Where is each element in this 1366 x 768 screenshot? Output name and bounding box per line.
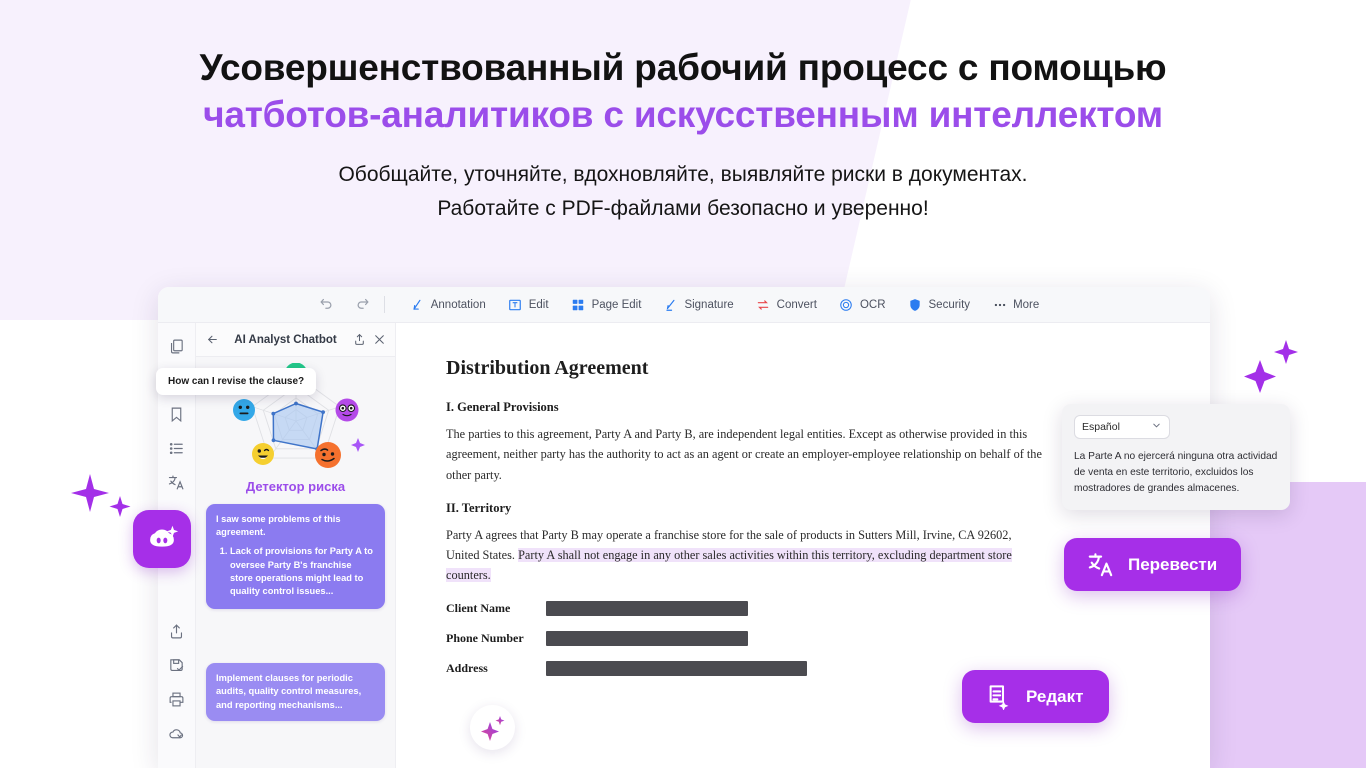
chatbot-body: Детектор риска I saw some problems of th… [196,357,395,768]
avatar-orange [315,442,341,468]
document-paragraph-2: Party A agrees that Party B may operate … [446,525,1046,586]
translate-icon [1086,550,1115,579]
toolbar-label: Security [928,298,971,311]
redacted-value[interactable] [546,630,748,646]
form-row: Client Name [446,600,1180,616]
edit-button[interactable]: Редакт [962,670,1110,723]
language-select[interactable]: Español [1074,415,1170,439]
toolbar-item-ocr[interactable]: OCR [828,292,897,318]
redacted-value[interactable] [546,600,748,616]
bookmark-icon[interactable] [168,405,186,423]
document-paragraph-1: The parties to this agreement, Party A a… [446,427,1042,482]
toolbar-item-more[interactable]: More [981,292,1050,318]
redo-icon[interactable] [354,296,372,314]
cloud-icon[interactable] [168,724,186,742]
chat-bubble-intro: I saw some problems of this agreement. [216,514,341,538]
document-form-fields: Client Name Phone Number Address [446,600,1180,676]
pen-icon [410,297,425,312]
toolbar-label: More [1013,298,1040,311]
chatbot-title: AI Analyst Chatbot [234,333,337,346]
sparkle-icon [1236,334,1308,411]
undo-icon[interactable] [318,296,336,314]
chat-bubble-list-item: Lack of provisions for Party A to overse… [230,545,375,598]
chat-bubble-bot-1: I saw some problems of this agreement. L… [206,504,385,610]
list-icon[interactable] [168,439,186,457]
translate-icon[interactable] [168,473,186,491]
chat-gap [206,609,385,655]
pages-icon[interactable] [168,337,186,355]
chat-bubble-bot-2: Implement clauses for periodic audits, q… [206,663,385,721]
convert-arrows-icon [756,297,771,312]
toolbar-label: Page Edit [591,298,642,311]
chatbot-header: AI Analyst Chatbot [196,323,395,357]
ai-robot-badge[interactable] [133,510,191,568]
rail-bottom-group [168,622,186,768]
translated-text: La Parte A no ejercerá ninguna otra acti… [1074,451,1278,494]
toolbar-label: OCR [859,298,886,311]
back-arrow-icon[interactable] [205,333,219,347]
ai-robot-icon [150,525,179,547]
toolbar-label: Edit [528,298,549,311]
chat-bubble-list: Lack of provisions for Party A to overse… [230,545,375,598]
hero-title-line1: Усовершенствованный рабочий процесс с по… [199,47,1167,88]
form-row: Phone Number [446,630,1180,646]
chevron-down-icon [1151,420,1162,434]
field-label: Client Name [446,600,511,615]
toolbar-item-convert[interactable]: Convert [745,292,828,318]
document-highlighted-text[interactable]: Party A shall not engage in any other sa… [446,548,1012,583]
hero-subtitle-line1: Обобщайте, уточняйте, вдохновляйте, выяв… [338,162,1028,186]
background-lavender-block [1210,482,1366,768]
avatar-blue [233,399,255,421]
close-icon[interactable] [372,333,386,347]
toolbar-label: Convert [776,298,817,311]
toolbar-item-security[interactable]: Security [897,292,982,318]
signature-pen-icon [663,297,678,312]
page-root: Усовершенствованный рабочий процесс с по… [0,0,1366,768]
toolbar-items: Annotation Edit Page Edit Signature Conv… [399,292,1051,318]
field-label: Phone Number [446,630,524,645]
print-icon[interactable] [168,690,186,708]
hero-section: Усовершенствованный рабочий процесс с по… [0,44,1366,225]
share-icon[interactable] [352,333,366,347]
share-icon[interactable] [168,622,186,640]
text-box-icon [508,297,523,312]
risk-detector-title: Детектор риска [245,479,346,494]
dots-icon [992,297,1007,312]
sparkle-icon [480,715,504,741]
save-icon[interactable] [168,656,186,674]
translate-button[interactable]: Перевести [1064,538,1242,591]
hero-title-line2: чатботов-аналитиков с искусственным инте… [203,94,1163,136]
toolbar-item-annotation[interactable]: Annotation [399,292,497,318]
redacted-value[interactable] [546,660,807,676]
toolbar-item-page-edit[interactable]: Page Edit [560,292,653,318]
avatar-purple [335,398,359,422]
toolbar-nav-group [318,296,372,314]
hero-subtitle-line2: Работайте с PDF-файлами безопасно и увер… [437,197,929,221]
sparkle-badge [470,705,515,750]
grid-squares-icon [571,297,586,312]
ocr-circle-icon [839,297,854,312]
toolbar-divider [383,296,385,313]
language-select-value: Español [1082,421,1120,433]
shield-icon [908,297,923,312]
toolbar-item-edit[interactable]: Edit [497,292,560,318]
document-title: Distribution Agreement [446,357,649,379]
toolbar: Annotation Edit Page Edit Signature Conv… [158,287,1210,323]
toolbar-label: Annotation [430,298,486,311]
toolbar-item-signature[interactable]: Signature [652,292,744,318]
toolbar-label: Signature [684,298,734,311]
edit-button-label: Редакт [1026,686,1084,706]
edit-doc-sparkle-icon [984,682,1013,711]
field-label: Address [446,660,488,675]
chat-user-message: How can I revise the clause? [156,368,317,395]
translate-popup: Español La Parte A no ejercerá ninguna o… [1062,404,1290,510]
avatar-yellow [252,443,274,465]
sparkle-icon [64,466,144,541]
translate-button-label: Перевести [1128,554,1218,574]
